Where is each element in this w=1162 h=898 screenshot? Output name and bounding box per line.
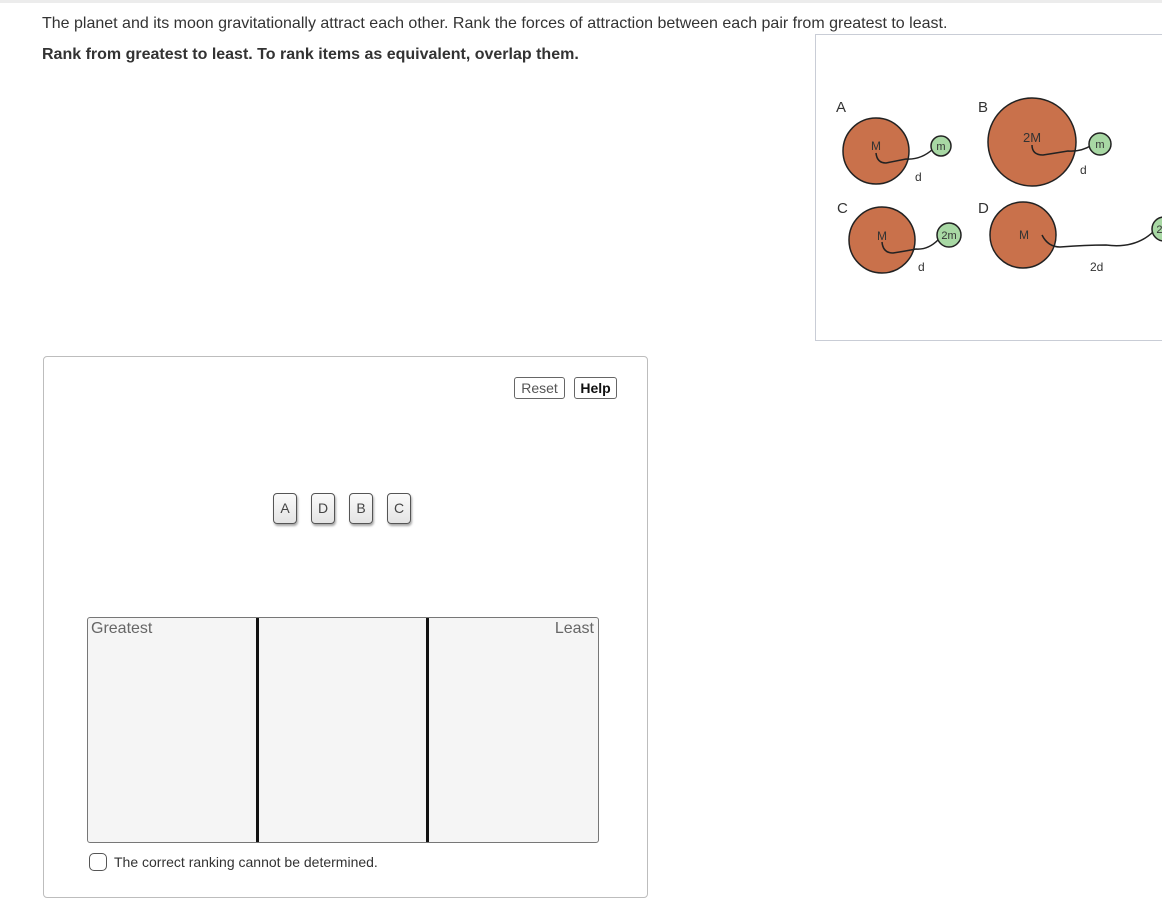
moon-c-mass: 2m — [941, 230, 956, 242]
cannot-determine-checkbox[interactable] — [89, 853, 107, 871]
pair-a: A M m d — [836, 99, 952, 185]
tile-c[interactable]: C — [387, 493, 411, 524]
reset-button[interactable]: Reset — [514, 377, 565, 399]
distance-b-label: d — [1080, 163, 1087, 177]
distance-d-line — [1041, 230, 1155, 248]
question-instruction: Rank from greatest to least. To rank ite… — [42, 46, 579, 63]
greatest-label: Greatest — [91, 620, 153, 637]
top-border — [0, 0, 1162, 3]
pair-b-label: B — [978, 99, 988, 116]
help-button[interactable]: Help — [574, 377, 617, 399]
pair-b: B 2M m d — [978, 97, 1112, 187]
pair-c-label: C — [837, 200, 848, 217]
tile-a[interactable]: A — [273, 493, 297, 524]
planet-moon-figure: A M m d B 2M m d C M 2m d D M 2 2d — [815, 34, 1162, 341]
distance-d-label: 2d — [1090, 260, 1103, 274]
pair-a-label: A — [836, 99, 846, 116]
planet-d-mass: M — [1019, 228, 1029, 242]
moon-b-mass: m — [1095, 139, 1104, 151]
distance-c-label: d — [918, 260, 925, 274]
planet-c-mass: M — [877, 229, 887, 243]
distance-a-label: d — [915, 170, 922, 184]
ranking-divider — [426, 618, 429, 842]
planet-a-mass: M — [871, 139, 881, 153]
planet-b-mass: 2M — [1023, 130, 1041, 145]
pair-d: D M 2m 2d — [978, 200, 1162, 274]
ranking-area[interactable]: Greatest Least — [87, 617, 599, 843]
question-prompt: The planet and its moon gravitationally … — [42, 15, 948, 32]
cannot-determine-label: The correct ranking cannot be determined… — [114, 854, 378, 870]
tile-b[interactable]: B — [349, 493, 373, 524]
ranking-widget: Reset Help A D B C Greatest Least The co… — [43, 356, 648, 898]
tile-d[interactable]: D — [311, 493, 335, 524]
ranking-divider — [256, 618, 259, 842]
pair-c: C M 2m d — [837, 200, 962, 274]
moon-d-mass: 2m — [1156, 224, 1162, 236]
least-label: Least — [554, 620, 594, 637]
pair-d-label: D — [978, 200, 989, 217]
moon-a-mass: m — [936, 141, 945, 153]
